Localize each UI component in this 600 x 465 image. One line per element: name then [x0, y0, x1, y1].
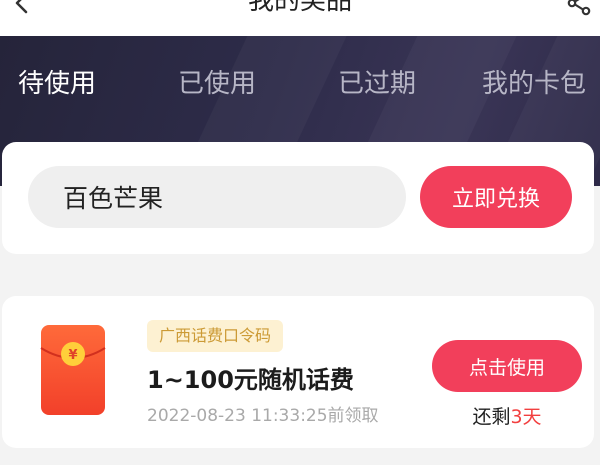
redeem-card: 立即兑换 [2, 142, 594, 254]
redeem-code-input[interactable] [28, 166, 406, 228]
title-bar: 我的奖品 [0, 0, 600, 36]
use-button[interactable]: 点击使用 [432, 340, 582, 392]
svg-text:¥: ¥ [68, 348, 77, 363]
prize-card: ¥ 广西话费口令码 1~100元随机话费 2022-08-23 11:33:25… [2, 296, 594, 448]
tab-unused[interactable]: 待使用 [18, 66, 96, 102]
tab-used[interactable]: 已使用 [178, 66, 256, 102]
remaining-time: 还剩3天 [432, 404, 582, 430]
received-time: 2022-08-23 11:33:25前领取 [147, 406, 379, 426]
prize-tag: 广西话费口令码 [147, 320, 284, 352]
remaining-prefix: 还剩 [472, 406, 511, 428]
remaining-days: 3天 [510, 406, 542, 428]
page-title: 我的奖品 [247, 0, 352, 16]
tab-bar: 待使用 已使用 已过期 我的卡包 [0, 66, 600, 147]
redeem-button[interactable]: 立即兑换 [420, 166, 572, 228]
red-envelope-icon: ¥ [40, 325, 106, 415]
prize-title: 1~100元随机话费 [147, 366, 354, 394]
share-icon[interactable] [566, 0, 592, 16]
tab-expired[interactable]: 已过期 [338, 66, 416, 102]
tab-card-wallet[interactable]: 我的卡包 [482, 66, 586, 102]
